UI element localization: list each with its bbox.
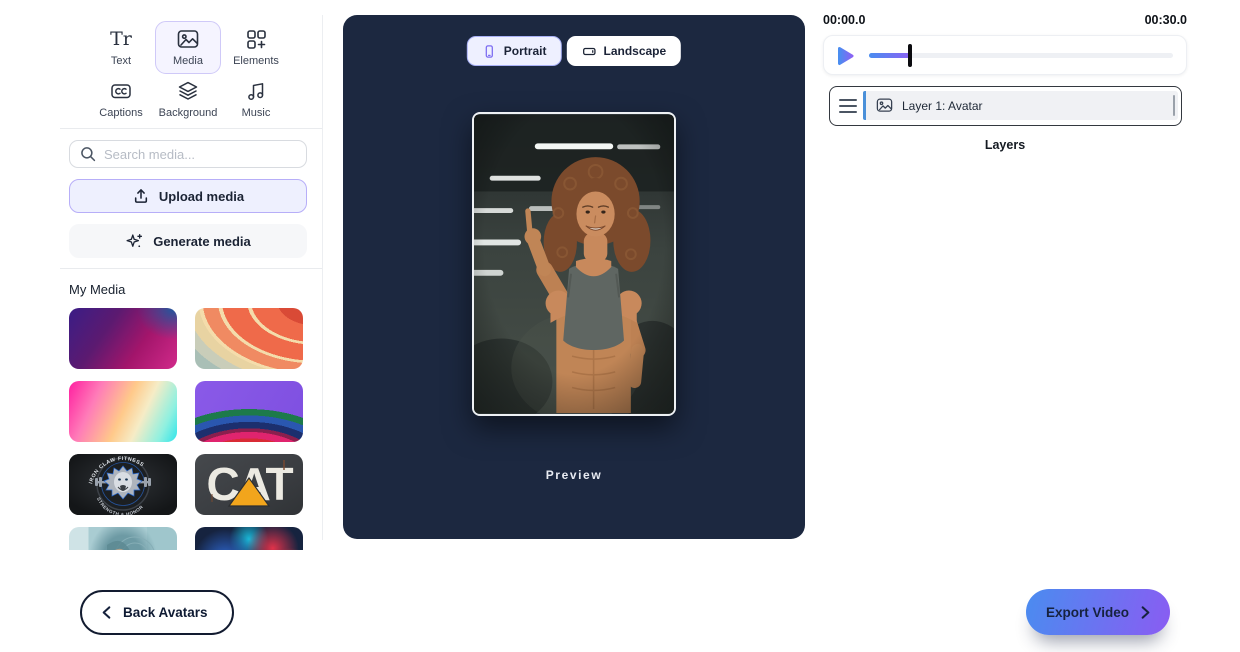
portrait-button[interactable]: Portrait bbox=[467, 36, 562, 66]
my-media-title: My Media bbox=[69, 282, 125, 297]
preview-caption: Preview bbox=[343, 468, 805, 482]
media-icon bbox=[177, 27, 199, 51]
media-thumbnail-topographic[interactable] bbox=[195, 308, 303, 369]
playhead-marker[interactable] bbox=[908, 44, 912, 67]
upload-icon bbox=[132, 187, 150, 205]
landscape-icon bbox=[581, 44, 596, 59]
portrait-icon bbox=[482, 44, 497, 59]
tool-label: Captions bbox=[99, 107, 142, 119]
tool-label: Media bbox=[173, 55, 203, 67]
music-icon bbox=[245, 79, 267, 103]
upload-label: Upload media bbox=[159, 189, 244, 204]
export-label: Export Video bbox=[1046, 605, 1129, 620]
video-editor-app: Tr Text Media Elements Captions bbox=[0, 0, 1240, 652]
sidebar-item-text[interactable]: Tr Text bbox=[88, 27, 154, 67]
generate-label: Generate media bbox=[153, 234, 251, 249]
search-icon bbox=[80, 146, 96, 162]
preview-stage: Portrait Landscape bbox=[343, 15, 805, 539]
divider bbox=[60, 128, 322, 129]
avatar-preview-image[interactable] bbox=[472, 112, 676, 416]
timeline-end-time: 00:30.0 bbox=[1145, 13, 1187, 27]
search-input[interactable] bbox=[104, 147, 296, 162]
text-icon: Tr bbox=[110, 27, 132, 51]
landscape-label: Landscape bbox=[603, 44, 666, 58]
back-label: Back Avatars bbox=[123, 605, 208, 620]
search-media-box bbox=[69, 140, 307, 168]
sidebar-item-background[interactable]: Background bbox=[155, 79, 221, 119]
timeline-timestamps: 00:00.0 00:30.0 bbox=[823, 13, 1187, 27]
divider bbox=[322, 15, 323, 540]
layer-image-icon bbox=[876, 98, 893, 113]
sidebar-item-media[interactable]: Media bbox=[155, 21, 221, 74]
media-thumbnail-cat-logo[interactable]: CAT bbox=[195, 454, 303, 515]
sidebar-item-captions[interactable]: Captions bbox=[88, 79, 154, 119]
chevron-left-icon bbox=[100, 605, 113, 620]
timeline-progress-fill bbox=[869, 53, 910, 58]
timeline-scrubber[interactable] bbox=[869, 53, 1173, 58]
tool-label: Background bbox=[159, 107, 218, 119]
layer-1-clip[interactable]: Layer 1: Avatar bbox=[863, 91, 1178, 120]
layers-title: Layers bbox=[823, 138, 1187, 152]
tool-label: Text bbox=[111, 55, 131, 67]
sparkles-icon bbox=[125, 232, 144, 251]
layer-label: Layer 1: Avatar bbox=[902, 99, 983, 113]
media-thumbnail-gradient[interactable] bbox=[69, 381, 177, 442]
back-avatars-button[interactable]: Back Avatars bbox=[80, 590, 234, 635]
play-button[interactable] bbox=[837, 46, 855, 66]
chevron-right-icon bbox=[1139, 605, 1152, 620]
timeline-start-time: 00:00.0 bbox=[823, 13, 865, 27]
upload-media-button[interactable]: Upload media bbox=[69, 179, 307, 213]
media-thumbnail-fitness-logo[interactable]: IRON CLAW FITNESS STRENGTH & HONOR bbox=[69, 454, 177, 515]
media-thumbnail-splash[interactable] bbox=[195, 527, 303, 550]
export-video-button[interactable]: Export Video bbox=[1026, 589, 1170, 635]
sidebar-item-music[interactable]: Music bbox=[223, 79, 289, 119]
tool-label: Elements bbox=[233, 55, 279, 67]
divider bbox=[60, 268, 322, 269]
layer-trim-handle-left[interactable] bbox=[863, 91, 866, 120]
my-media-grid: IRON CLAW FITNESS STRENGTH & HONOR bbox=[69, 308, 307, 550]
generate-media-button[interactable]: Generate media bbox=[69, 224, 307, 258]
layers-panel: Layer 1: Avatar bbox=[829, 86, 1182, 126]
sidebar-item-elements[interactable]: Elements bbox=[223, 27, 289, 67]
elements-icon bbox=[246, 27, 267, 51]
layer-trim-handle-right[interactable] bbox=[1173, 95, 1175, 116]
orientation-toggle: Portrait Landscape bbox=[467, 36, 681, 66]
captions-icon bbox=[110, 79, 132, 103]
background-icon bbox=[177, 79, 199, 103]
playback-controls bbox=[823, 35, 1187, 75]
portrait-label: Portrait bbox=[504, 44, 547, 58]
media-thumbnail-teal-art[interactable] bbox=[69, 527, 177, 550]
layers-menu-icon[interactable] bbox=[839, 99, 857, 113]
tool-label: Music bbox=[242, 107, 271, 119]
landscape-button[interactable]: Landscape bbox=[566, 36, 681, 66]
media-thumbnail-rainbow[interactable] bbox=[195, 381, 303, 442]
media-thumbnail-aurora[interactable] bbox=[69, 308, 177, 369]
